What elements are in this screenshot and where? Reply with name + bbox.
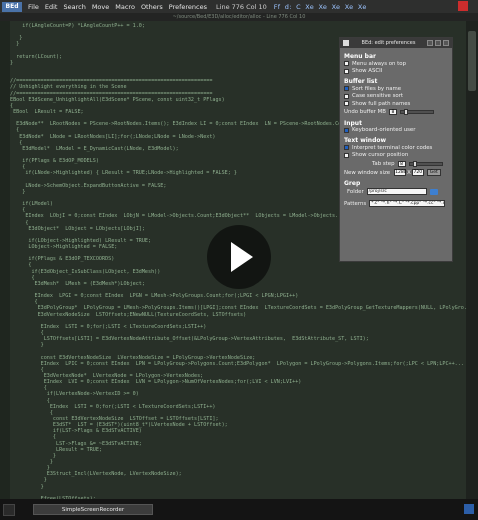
app-icon <box>343 40 349 46</box>
option-keyboard-oriented-user[interactable]: Keyboard-oriented user <box>344 127 448 135</box>
tab-step-slider[interactable] <box>408 160 443 167</box>
checkbox[interactable] <box>344 152 349 158</box>
dialog-title: BEd: edit preferences <box>361 40 416 46</box>
menu-edit[interactable]: Edit <box>42 3 61 11</box>
option-label: Sort files by name <box>352 85 402 92</box>
tool-button-4[interactable]: Xe <box>305 3 314 11</box>
option-label: Show full path names <box>352 100 411 107</box>
folder-icon[interactable] <box>429 188 438 195</box>
scrollbar-thumb[interactable] <box>468 31 476 91</box>
menu-preferences[interactable]: Preferences <box>166 3 210 11</box>
slider-knob[interactable] <box>412 160 417 167</box>
editor-title: ~/source/Bed/E3D/alloc/editor/alloc - Li… <box>0 13 478 21</box>
section-buffer-list: Buffer list <box>344 78 378 85</box>
new-window-size-label: New window size <box>344 169 391 176</box>
play-button[interactable] <box>207 225 271 289</box>
undo-buffer-value[interactable]: 8 <box>388 109 397 115</box>
menu-move[interactable]: Move <box>89 3 112 11</box>
option-label: Show ASCII <box>352 68 383 75</box>
option-show-cursor-position[interactable]: Show cursor position <box>344 152 448 160</box>
option-interpret-color-codes[interactable]: Interpret terminal color codes <box>344 144 448 152</box>
close-icon[interactable] <box>458 1 468 11</box>
section-menu-bar: Menu bar <box>344 53 376 60</box>
option-label: Interpret terminal color codes <box>352 144 433 151</box>
code-line[interactable]: E3dPolyGroup* LPolyGroup = LMesh->PolyGr… <box>10 305 466 311</box>
grep-folder-row: Folder /proj/src <box>344 187 448 196</box>
option-show-ascii[interactable]: Show ASCII <box>344 68 448 76</box>
tool-button-1[interactable]: Ff <box>274 3 281 11</box>
grep-patterns-field[interactable]: *.c" "*.h" "*.C" "*.cpp" "*.cc" "*.cxx" … <box>369 200 446 207</box>
option-menu-always-on-top[interactable]: Menu always on top <box>344 60 448 68</box>
tray-icon[interactable] <box>464 504 474 514</box>
toolbar: Ff d: C Xe Xe Xe Xe Xe <box>273 3 368 11</box>
grep-folder-field[interactable]: /proj/src <box>366 188 427 195</box>
menu-file[interactable]: File <box>25 3 42 11</box>
section-text-window: Text window <box>344 137 387 144</box>
grep-patterns-label: Patterns <box>344 200 367 207</box>
option-label: Show cursor position <box>352 152 409 159</box>
cursor-status: Line 776 Col 10 <box>216 2 267 11</box>
play-icon <box>231 242 253 272</box>
app-logo: BEd <box>2 1 22 12</box>
checkbox[interactable] <box>344 61 349 67</box>
new-window-size-row: New window size 1280 X 720 Get <box>344 168 448 177</box>
option-label: Menu always on top <box>352 60 407 67</box>
maximize-icon[interactable] <box>435 40 441 46</box>
tool-button-2[interactable]: d: <box>285 3 292 11</box>
tool-button-3[interactable]: C <box>296 3 301 11</box>
tool-button-6[interactable]: Xe <box>332 3 341 11</box>
undo-buffer-label: Undo buffer MB <box>344 109 386 115</box>
slider-knob[interactable] <box>403 109 408 115</box>
window-width-field[interactable]: 1280 <box>394 169 407 176</box>
checkbox[interactable] <box>344 93 349 99</box>
checkbox[interactable] <box>344 127 349 133</box>
preferences-dialog: BEd: edit preferences Menu bar Menu alwa… <box>339 37 453 262</box>
checkbox[interactable] <box>344 86 349 92</box>
taskbar-task-recorder[interactable]: SimpleScreenRecorder <box>33 504 153 515</box>
checkbox[interactable] <box>344 68 349 74</box>
menu-search[interactable]: Search <box>60 3 88 11</box>
option-label: Case sensitive sort <box>352 93 404 100</box>
vertical-scrollbar[interactable] <box>466 21 478 499</box>
checkbox[interactable] <box>344 145 349 151</box>
code-line[interactable]: EIndex LPIC = 0;const EIndex LPN = LPoly… <box>10 361 464 367</box>
option-label: Keyboard-oriented user <box>352 127 416 134</box>
grep-patterns-row: Patterns *.c" "*.h" "*.C" "*.cpp" "*.cc"… <box>344 199 448 208</box>
taskbar: SimpleScreenRecorder <box>0 499 478 520</box>
menu-others[interactable]: Others <box>138 3 166 11</box>
size-separator: X <box>407 169 411 176</box>
option-show-full-path-names[interactable]: Show full path names <box>344 100 448 108</box>
section-grep: Grep <box>344 180 361 187</box>
minimize-icon[interactable] <box>427 40 433 46</box>
tab-step-label: Tab step <box>372 160 395 167</box>
checkbox[interactable] <box>344 101 349 107</box>
option-sort-files-by-name[interactable]: Sort files by name <box>344 85 448 93</box>
editor-gutter <box>0 21 10 499</box>
tool-button-8[interactable]: Xe <box>358 3 367 11</box>
undo-buffer-slider[interactable] <box>399 109 434 115</box>
tab-step-row: Tab step 8 <box>344 159 448 168</box>
close-icon[interactable] <box>443 40 449 46</box>
tool-button-7[interactable]: Xe <box>345 3 354 11</box>
menu-bar: BEd File Edit Search Move Macro Others P… <box>0 0 478 13</box>
window-height-field[interactable]: 720 <box>411 169 424 176</box>
tab-step-value[interactable]: 8 <box>397 160 406 167</box>
tool-button-5[interactable]: Xe <box>318 3 327 11</box>
grep-folder-label: Folder <box>347 188 364 195</box>
option-case-sensitive-sort[interactable]: Case sensitive sort <box>344 93 448 101</box>
start-menu-icon[interactable] <box>3 503 15 516</box>
undo-buffer-row: Undo buffer MB 8 <box>344 108 448 117</box>
section-input: Input <box>344 119 362 127</box>
menu-macro[interactable]: Macro <box>112 3 138 11</box>
dialog-titlebar[interactable]: BEd: edit preferences <box>340 38 452 48</box>
get-size-button[interactable]: Get <box>426 169 441 176</box>
